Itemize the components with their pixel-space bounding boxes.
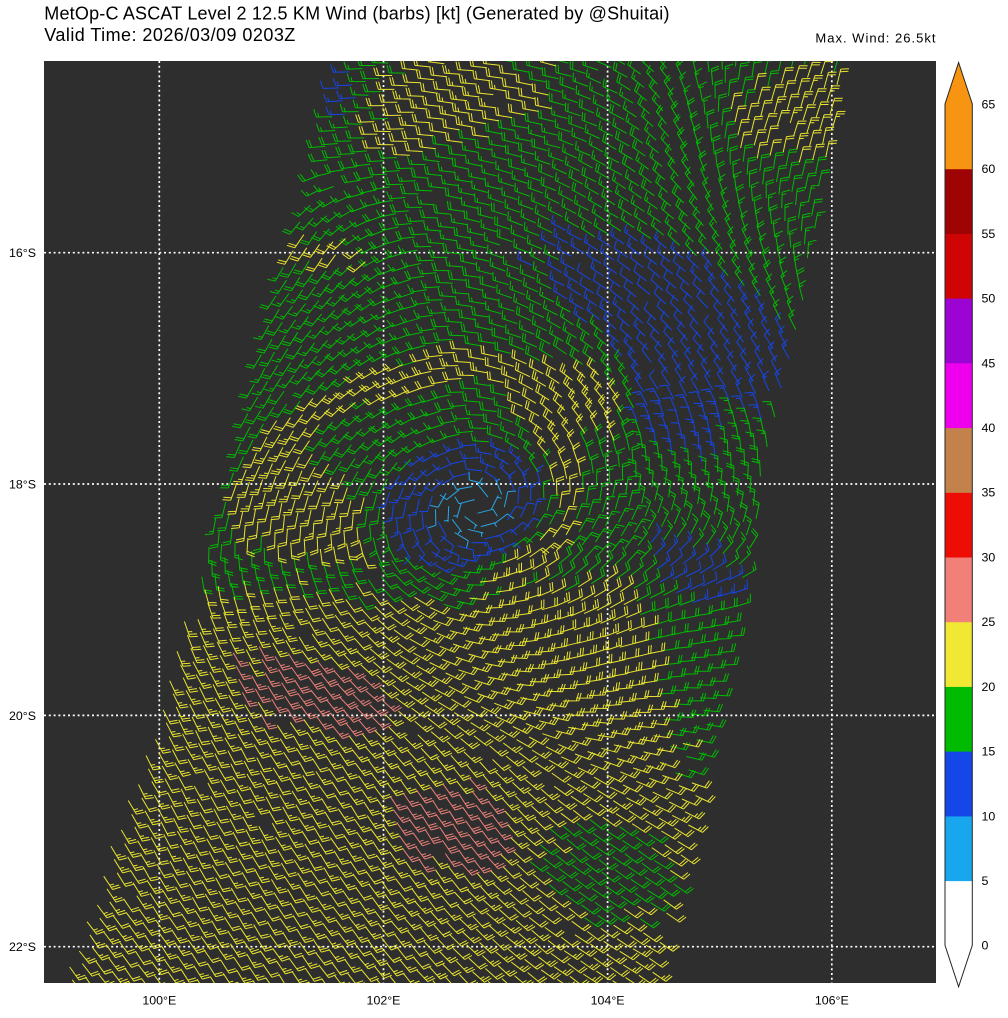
svg-text:102°E: 102°E	[367, 993, 401, 1007]
svg-text:55: 55	[982, 227, 996, 241]
svg-text:20: 20	[982, 680, 996, 694]
svg-text:5: 5	[982, 874, 989, 888]
svg-text:30: 30	[982, 550, 996, 564]
svg-text:22°S: 22°S	[9, 940, 36, 954]
svg-text:104°E: 104°E	[591, 993, 625, 1007]
svg-text:20°S: 20°S	[9, 709, 36, 723]
svg-text:40: 40	[982, 421, 996, 435]
svg-text:0: 0	[982, 939, 989, 953]
svg-text:35: 35	[982, 486, 996, 500]
svg-text:18°S: 18°S	[9, 477, 36, 491]
svg-text:25: 25	[982, 615, 996, 629]
svg-text:45: 45	[982, 356, 996, 370]
svg-text:50: 50	[982, 292, 996, 306]
svg-text:15: 15	[982, 745, 996, 759]
svg-text:Valid Time: 2026/03/09 0203Z: Valid Time: 2026/03/09 0203Z	[44, 25, 295, 45]
svg-text:65: 65	[982, 97, 996, 111]
svg-text:MetOp-C ASCAT Level 2 12.5 KM: MetOp-C ASCAT Level 2 12.5 KM Wind (barb…	[44, 3, 669, 23]
svg-text:10: 10	[982, 809, 996, 823]
svg-text:60: 60	[982, 162, 996, 176]
svg-text:Max. Wind: 26.5kt: Max. Wind: 26.5kt	[815, 30, 936, 45]
svg-text:106°E: 106°E	[815, 993, 849, 1007]
svg-text:100°E: 100°E	[142, 993, 176, 1007]
svg-text:16°S: 16°S	[9, 246, 36, 260]
